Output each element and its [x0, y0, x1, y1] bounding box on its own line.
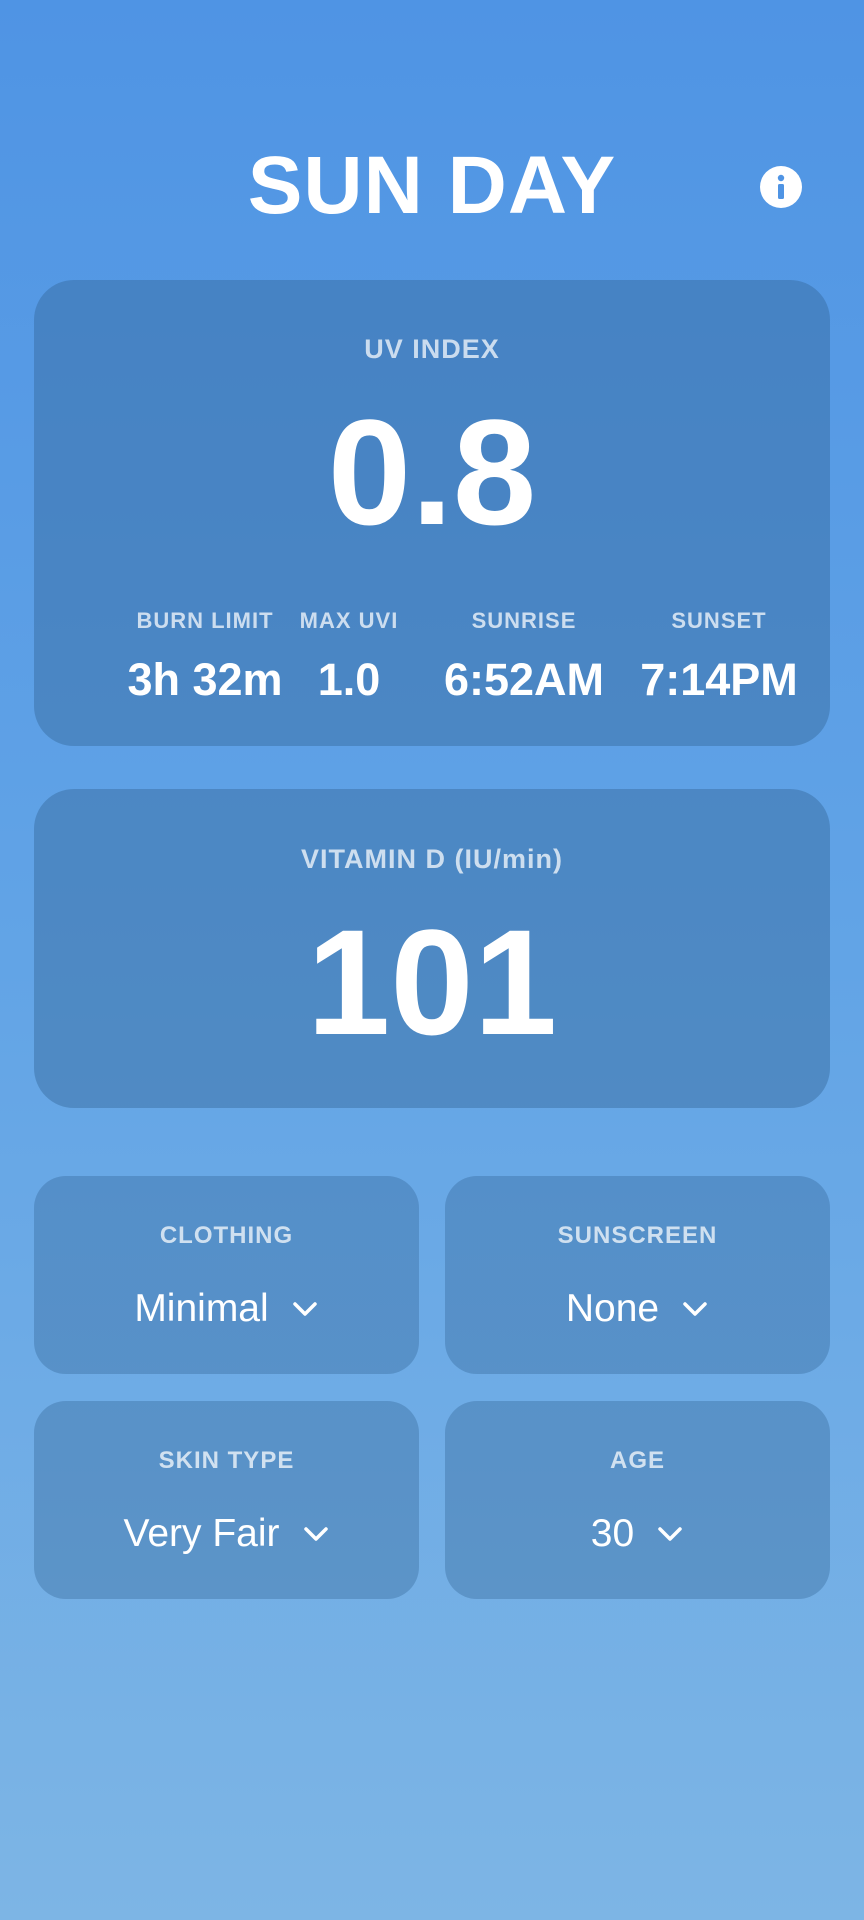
vitamin-d-label: VITAMIN D (IU/min)	[301, 844, 563, 874]
age-value: 30	[590, 1512, 635, 1555]
clothing-label: CLOTHING	[159, 1222, 294, 1249]
age-label: AGE	[609, 1447, 665, 1474]
vitamin-d-value: 101	[306, 898, 558, 1066]
sunscreen-label: SUNSCREEN	[557, 1222, 718, 1249]
uv-index-value: 0.8	[327, 388, 537, 556]
chevron-down-icon	[683, 1302, 707, 1316]
age-select[interactable]: AGE 30	[445, 1401, 830, 1599]
sunset-stat: SUNSET 7:14PM	[594, 606, 844, 706]
uv-index-card: UV INDEX 0.8 BURN LIMIT 3h 32m MAX UVI 1…	[34, 280, 830, 746]
clothing-value-row: Minimal	[34, 1286, 419, 1332]
skin-type-value-row: Very Fair	[34, 1511, 419, 1557]
age-value-row: 30	[445, 1511, 830, 1557]
sunscreen-value-row: None	[445, 1286, 830, 1332]
app-title: SUN DAY	[247, 140, 617, 231]
sunset-value: 7:14PM	[640, 654, 798, 705]
chevron-down-icon	[658, 1527, 682, 1541]
chevron-down-icon	[303, 1527, 328, 1541]
info-icon	[777, 174, 785, 199]
chevron-down-icon	[292, 1302, 317, 1316]
skin-type-value: Very Fair	[123, 1512, 280, 1555]
clothing-value: Minimal	[134, 1287, 269, 1330]
info-button[interactable]	[760, 166, 802, 208]
sunscreen-select[interactable]: SUNSCREEN None	[445, 1176, 830, 1374]
vitamin-d-card: VITAMIN D (IU/min) 101	[34, 789, 830, 1108]
sunscreen-value: None	[565, 1287, 660, 1330]
clothing-select[interactable]: CLOTHING Minimal	[34, 1176, 419, 1374]
uv-index-label: UV INDEX	[364, 334, 500, 364]
skin-type-label: SKIN TYPE	[158, 1447, 295, 1474]
sunset-label: SUNSET	[671, 608, 767, 633]
skin-type-select[interactable]: SKIN TYPE Very Fair	[34, 1401, 419, 1599]
